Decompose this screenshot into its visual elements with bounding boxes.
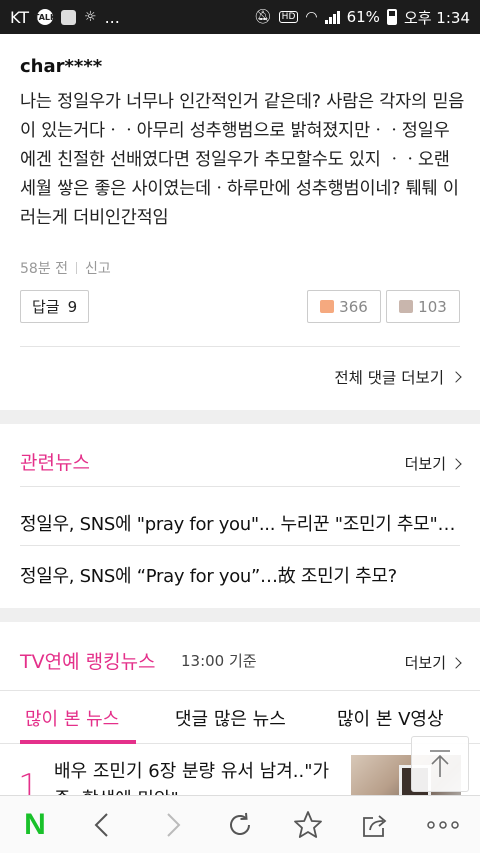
wifi-icon: ◠ [305, 9, 318, 25]
active-tab-indicator [20, 740, 136, 744]
more-comments-label: 전체 댓글 더보기 [334, 369, 444, 387]
tab-most-commented[interactable]: 댓글 많은 뉴스 [175, 691, 286, 744]
scroll-to-top-button[interactable] [411, 736, 469, 792]
back-icon [94, 813, 108, 837]
divider [20, 346, 460, 347]
forward-button[interactable] [140, 796, 206, 853]
related-news-item[interactable]: 정일우, SNS에 “Pray for you”…故 조민기 추모? [20, 562, 460, 588]
kakaotalk-notification-icon: TALK [34, 9, 56, 25]
hd-voice-icon: HD [278, 11, 299, 23]
more-notifications-indicator: ... [104, 7, 120, 27]
dislike-count: 103 [418, 297, 447, 316]
more-icon [427, 821, 459, 829]
chevron-right-icon [450, 371, 462, 383]
comment-time: 58분 전 [20, 261, 69, 277]
comment-card: char**** 나는 정일우가 너무나 인간적인거 같은데? 사람은 각자의 … [0, 34, 480, 410]
thumbs-down-icon [399, 300, 414, 313]
refresh-icon [230, 812, 250, 835]
battery-percent: 61% [346, 8, 380, 26]
status-bar: KT TALK ☼ ... 🔕︎ HD ◠ 61% 오후 1:34 [0, 0, 480, 34]
more-label: 더보기 [404, 455, 446, 473]
reply-button[interactable]: 답글 9 [20, 290, 90, 323]
report-link[interactable]: 신고 [85, 258, 111, 278]
ranking-tabs: 많이 본 뉴스 댓글 많은 뉴스 많이 본 V영상 [0, 690, 480, 744]
bottom-navigation-bar: N [0, 795, 480, 853]
related-news-item[interactable]: 정일우, SNS에 "pray for you"... 누리꾼 "조민기 추모"… [20, 510, 460, 536]
reply-count: 9 [67, 297, 78, 316]
more-label: 더보기 [404, 654, 446, 672]
related-news-section: 관련뉴스 더보기 정일우, SNS에 "pray for you"... 누리꾼… [0, 424, 480, 608]
signal-icon [324, 10, 340, 24]
bookmark-button[interactable] [275, 796, 341, 853]
arrow-up-icon [430, 750, 450, 777]
mute-icon: 🔕︎ [253, 9, 272, 25]
related-news-more-link[interactable]: 더보기 [404, 453, 462, 474]
like-button[interactable]: 366 [307, 290, 381, 323]
naver-logo: N [24, 808, 46, 841]
comment-meta: 58분 전 신고 [20, 258, 111, 278]
divider [20, 486, 460, 487]
app-notification-icon [61, 9, 77, 25]
tab-most-viewed[interactable]: 많이 본 뉴스 [25, 691, 119, 744]
comment-text: 나는 정일우가 너무나 인간적인거 같은데? 사람은 각자의 믿음이 있는거다ㆍ… [20, 92, 465, 228]
naver-home-button[interactable]: N [2, 796, 68, 853]
ranking-news-section: TV연예 랭킹뉴스 13:00 기준 더보기 많이 본 뉴스 댓글 많은 뉴스 … [0, 622, 480, 813]
ranking-more-link[interactable]: 더보기 [404, 652, 462, 673]
meta-divider [76, 262, 78, 274]
share-button[interactable] [343, 796, 409, 853]
chevron-right-icon [450, 656, 462, 669]
clock: 오후 1:34 [403, 8, 470, 27]
related-news-title: 관련뉴스 [20, 452, 90, 474]
thumbs-up-icon [320, 300, 335, 313]
chevron-right-icon [450, 457, 462, 470]
like-count: 366 [339, 297, 368, 316]
reply-label: 답글 [32, 298, 60, 316]
divider [20, 545, 460, 546]
dislike-button[interactable]: 103 [386, 290, 460, 323]
more-comments-link[interactable]: 전체 댓글 더보기 [334, 366, 462, 388]
weather-icon: ☼ [84, 9, 97, 25]
star-icon [294, 811, 322, 838]
share-icon [363, 815, 387, 837]
ranking-time: 13:00 기준 [181, 652, 257, 670]
back-button[interactable] [69, 796, 135, 853]
refresh-button[interactable] [207, 796, 273, 853]
more-menu-button[interactable] [410, 796, 476, 853]
carrier-label: KT [10, 7, 30, 27]
battery-icon [386, 9, 397, 25]
ranking-title: TV연예 랭킹뉴스 [20, 651, 156, 673]
comment-author: char**** [20, 56, 103, 77]
forward-icon [167, 813, 181, 837]
